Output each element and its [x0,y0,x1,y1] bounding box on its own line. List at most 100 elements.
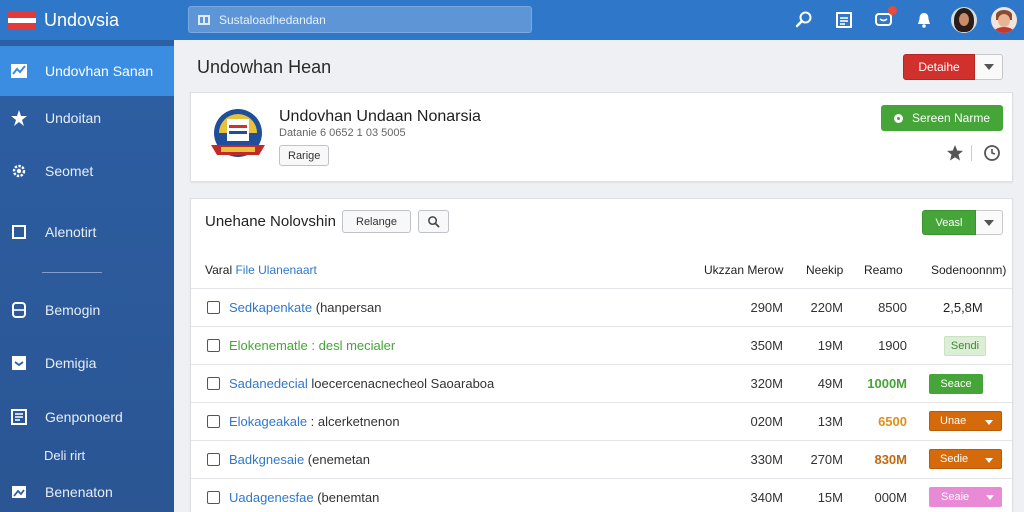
sidebar-item-8[interactable]: Benenaton [0,467,174,512]
image-icon [10,483,28,501]
list-icon [836,12,852,28]
row-detail: (benemtan [313,490,380,505]
notification-dot [888,6,897,15]
brand-logo-icon [8,9,36,31]
chevron-down-icon [983,64,994,70]
status-dropdown[interactable]: Unae [929,411,1002,431]
column-header-3[interactable]: Reamo [864,263,903,277]
table-row[interactable]: Badkgnesaie (enemetan 330M 270M 830M Sed… [191,441,1014,479]
sidebar-item-label: Benenaton [45,484,113,500]
row-name: Elokageakale : alcerketnenon [229,414,400,429]
view-dropdown-button[interactable] [976,210,1003,235]
sidebar-item-label: Seomet [45,163,94,179]
row-checkbox[interactable] [207,491,220,504]
search-box[interactable] [188,6,532,33]
row-cell: 15M [817,490,843,505]
table-row[interactable]: Elokenematle : desl mecialer 350M 19M 19… [191,327,1014,365]
sidebar-item-4[interactable]: Bemogin [0,285,174,335]
brand[interactable]: Undovsia [0,0,174,40]
table-row[interactable]: Elokageakale : alcerketnenon 020M 13M 65… [191,403,1014,441]
row-link[interactable]: Elokenematle : [229,338,315,353]
user-avatar-button[interactable] [944,0,984,40]
sidebar-item-label: Undoitan [45,110,102,126]
table-row[interactable]: Sedkapenkate (hanpersan 290M 220M 8500 2… [191,289,1014,327]
table-search-button[interactable] [418,210,449,233]
column-header-prefix: Varal [205,263,233,277]
table-title: Unehane Nolovshin [205,213,336,230]
status-dropdown-label: Seaie [941,491,970,503]
profile-avatar-button[interactable] [984,0,1024,40]
status-dropdown[interactable]: Seaie [929,487,1002,507]
chevron-down-icon [985,458,993,463]
sidebar-item-1[interactable]: Undoitan [0,93,174,143]
app-title: Undovsia [44,9,120,30]
row-checkbox[interactable] [207,339,220,352]
details-button[interactable]: Detaihe [903,54,975,80]
row-cell: 19M [817,338,843,353]
table-row[interactable]: Sadanedecial loecercenacnecheol Saoarabo… [191,365,1014,403]
top-bar: Undovsia [0,0,1024,40]
row-link[interactable]: Elokageakale [229,414,307,429]
row-checkbox[interactable] [207,301,220,314]
alerts-button[interactable] [904,0,944,40]
star-icon[interactable] [946,144,964,162]
relange-button[interactable]: Relange [342,210,411,233]
row-checkbox[interactable] [207,377,220,390]
column-header-2[interactable]: Neekip [806,263,843,277]
chevron-down-icon [984,219,994,226]
grid-icon [198,14,210,25]
column-header-4[interactable]: Sodenoonnm) [931,263,1006,277]
sidebar-item-label: Deli rirt [44,447,86,463]
sidebar-item-5[interactable]: Demigia [0,338,174,388]
document-icon [10,408,28,426]
profile-subtitle: Datanie 6 0652 1 03 5005 [279,127,406,139]
view-button[interactable]: Veasl [922,210,976,235]
top-icons [784,0,1024,40]
view-split-button: Veasl [922,210,1003,235]
page-title: Undowhan Hean [197,57,332,77]
clock-icon[interactable] [983,144,1001,162]
record-icon [893,113,903,123]
star-burst-icon [10,109,28,127]
row-cell: 49M [817,376,843,391]
table-row[interactable]: Uadagenesfae (benemtan 340M 15M 000M Sea… [191,479,1014,512]
row-link[interactable]: Sadanedecial [229,376,308,391]
row-detail: (enemetan [304,452,370,467]
search-input[interactable] [219,12,519,27]
search-button[interactable] [784,0,824,40]
row-checkbox[interactable] [207,415,220,428]
row-link[interactable]: Badkgnesaie [229,452,304,467]
profile-tag-button[interactable]: Rarige [279,145,330,166]
sidebar-item-0[interactable]: Undovhan Sanan [0,46,174,96]
row-cell: 000M [874,490,907,505]
row-cell: 2,5,8M [943,300,983,315]
sidebar-divider [42,272,102,273]
status-dropdown[interactable]: Sedie [929,449,1002,469]
details-split-button: Detaihe [903,54,1003,80]
row-link[interactable]: Sedkapenkate [229,300,312,315]
row-cell: 320M [750,376,783,391]
row-cell: 270M [810,452,843,467]
column-header-name[interactable]: Varal File Ulanenaart [205,263,317,277]
row-name: Badkgnesaie (enemetan [229,452,370,467]
status-dropdown-label: Sedie [940,453,969,465]
bell-icon [918,13,930,28]
messages-button[interactable] [864,0,904,40]
sidebar-item-label: Bemogin [45,302,101,318]
details-dropdown-button[interactable] [975,54,1003,80]
row-checkbox[interactable] [207,453,220,466]
profile-action-button[interactable]: Sereen Narme [881,105,1003,131]
row-link[interactable]: Uadagenesfae [229,490,314,505]
chevron-down-icon [986,495,994,500]
profile-action-label: Sereen Narme [911,111,991,125]
sidebar-item-2[interactable]: Seomet [0,146,174,196]
status-button[interactable]: Seace [929,374,983,394]
sidebar-item-3[interactable]: Alenotirt [0,207,174,257]
avatar [951,7,977,33]
list-button[interactable] [824,0,864,40]
divider [971,145,972,161]
column-header-1[interactable]: Ukzzan Merow [704,263,783,277]
row-cell: 220M [810,300,843,315]
table-card: Unehane Nolovshin Relange Veasl Varal Fi… [190,198,1014,512]
profile-name: Undovhan Undaan Nonarsia [279,108,481,125]
